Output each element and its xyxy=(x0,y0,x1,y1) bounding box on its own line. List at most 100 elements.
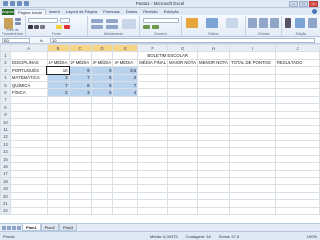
currency-icon[interactable] xyxy=(143,25,150,29)
row-header[interactable]: 9 xyxy=(0,110,11,119)
grade-cell[interactable]: 5 xyxy=(90,88,114,97)
row-header[interactable]: 7 xyxy=(0,95,11,105)
grade-cell[interactable]: 7 xyxy=(46,80,70,90)
header-cell[interactable]: 1ª MÉDIA xyxy=(46,58,70,68)
last-sheet-icon[interactable] xyxy=(17,226,21,230)
copy-icon[interactable] xyxy=(15,22,21,25)
indent-icon[interactable] xyxy=(106,25,118,29)
column-header[interactable]: H xyxy=(197,44,231,53)
cell[interactable] xyxy=(137,73,169,82)
row-header[interactable]: 15 xyxy=(0,154,11,164)
underline-icon[interactable] xyxy=(40,25,45,29)
orientation-icon[interactable] xyxy=(106,19,118,23)
header-cell[interactable]: RESULTADO xyxy=(274,58,320,68)
cell[interactable] xyxy=(137,88,169,97)
cell[interactable] xyxy=(274,80,320,90)
fx-icon[interactable]: fx xyxy=(40,38,43,43)
font-size-select[interactable] xyxy=(60,18,70,23)
maximize-button[interactable]: □ xyxy=(299,1,308,7)
sheet-tab-plan3[interactable]: Plan3 xyxy=(58,224,78,231)
grade-cell[interactable]: 9 xyxy=(68,66,92,75)
font-name-select[interactable] xyxy=(28,18,58,23)
cell[interactable] xyxy=(9,51,48,60)
zoom-level[interactable]: 100% xyxy=(307,234,317,239)
sort-filter-icon[interactable] xyxy=(295,18,305,28)
cell[interactable] xyxy=(274,66,320,75)
column-header[interactable]: I xyxy=(229,44,276,53)
row-header[interactable]: 22 xyxy=(0,206,11,216)
header-cell[interactable]: 4ª MÉDIA xyxy=(112,58,139,68)
find-select-icon[interactable] xyxy=(308,18,317,28)
row-header[interactable]: 6 xyxy=(0,88,11,97)
column-header[interactable]: C xyxy=(68,44,92,53)
row-header[interactable]: 14 xyxy=(0,147,11,156)
bold-icon[interactable] xyxy=(28,25,33,29)
sheet-tab-plan2[interactable]: Plan2 xyxy=(40,224,59,231)
close-button[interactable]: × xyxy=(309,1,318,7)
italic-icon[interactable] xyxy=(34,25,39,29)
align-left-icon[interactable] xyxy=(91,25,103,29)
fill-color-icon[interactable] xyxy=(56,25,62,29)
cell[interactable] xyxy=(274,73,320,82)
header-cell[interactable]: 3ª MÉDIA xyxy=(90,58,114,68)
row-header[interactable]: 13 xyxy=(0,140,11,149)
grade-cell[interactable]: 3 xyxy=(46,73,70,82)
column-header[interactable]: A xyxy=(9,44,48,53)
row-header[interactable]: 12 xyxy=(0,132,11,142)
grade-cell[interactable]: 7 xyxy=(68,73,92,82)
cell[interactable] xyxy=(137,66,169,75)
row-header[interactable]: 19 xyxy=(0,184,11,193)
conditional-formatting-icon[interactable] xyxy=(186,18,198,28)
cell[interactable] xyxy=(90,51,114,60)
row-header[interactable]: 1 xyxy=(0,51,11,60)
grade-cell[interactable]: 6 xyxy=(90,73,114,82)
row-header[interactable]: 5 xyxy=(0,80,11,90)
cell[interactable] xyxy=(274,88,320,97)
cell[interactable] xyxy=(167,80,199,90)
align-top-icon[interactable] xyxy=(91,19,103,23)
row-header[interactable]: 8 xyxy=(0,103,11,112)
grade-cell[interactable]: 4 xyxy=(112,88,139,97)
column-header[interactable]: D xyxy=(90,44,114,53)
insert-cells-icon[interactable] xyxy=(248,18,257,28)
font-color-icon[interactable] xyxy=(64,25,70,29)
sheet-title[interactable]: BOLETIM ESCOLAR xyxy=(137,51,199,60)
grade-cell[interactable]: 7 xyxy=(112,80,139,90)
grade-cell[interactable]: 8,5 xyxy=(112,66,139,75)
help-icon[interactable] xyxy=(312,9,317,14)
minimize-button[interactable]: – xyxy=(289,1,298,7)
header-cell[interactable]: MAIOR NOTA xyxy=(167,58,199,68)
number-format-select[interactable] xyxy=(143,18,179,23)
merge-wrap-icon[interactable] xyxy=(122,19,136,29)
cell[interactable] xyxy=(197,51,231,60)
cell[interactable] xyxy=(137,80,169,90)
cell[interactable] xyxy=(229,88,276,97)
sheet-tab-plan1[interactable]: Plan1 xyxy=(22,224,41,231)
worksheet-grid[interactable]: A B C D E F G H I J 1 BOLETIM ESCOLAR 2 … xyxy=(0,44,320,223)
column-header[interactable]: G xyxy=(167,44,199,53)
row-header[interactable]: 11 xyxy=(0,125,11,134)
cell[interactable] xyxy=(274,51,320,60)
header-cell[interactable]: MÉDIA FINAL xyxy=(137,58,169,68)
discipline-cell[interactable]: PORTUGUÊS xyxy=(9,66,48,75)
grade-cell[interactable]: 2 xyxy=(112,73,139,82)
grade-cell[interactable]: 3 xyxy=(68,88,92,97)
column-header[interactable]: E xyxy=(112,44,139,53)
format-as-table-icon[interactable] xyxy=(206,18,218,28)
cell[interactable] xyxy=(112,51,139,60)
cell[interactable] xyxy=(197,66,231,75)
autosum-icon[interactable] xyxy=(285,18,291,28)
row-header[interactable]: 20 xyxy=(0,191,11,201)
header-cell[interactable]: DISCIPLINAS xyxy=(9,58,48,68)
row-header[interactable]: 10 xyxy=(0,117,11,127)
header-cell[interactable]: TOTAL DE PONTOS xyxy=(229,58,276,68)
cell[interactable] xyxy=(197,80,231,90)
cell[interactable] xyxy=(167,88,199,97)
discipline-cell[interactable]: FÍSICA xyxy=(9,88,48,97)
cell[interactable] xyxy=(229,73,276,82)
delete-cells-icon[interactable] xyxy=(259,18,268,28)
cell-styles-icon[interactable] xyxy=(226,18,238,28)
cell[interactable] xyxy=(229,66,276,75)
cell[interactable] xyxy=(197,88,231,97)
percent-icon[interactable] xyxy=(152,25,159,29)
